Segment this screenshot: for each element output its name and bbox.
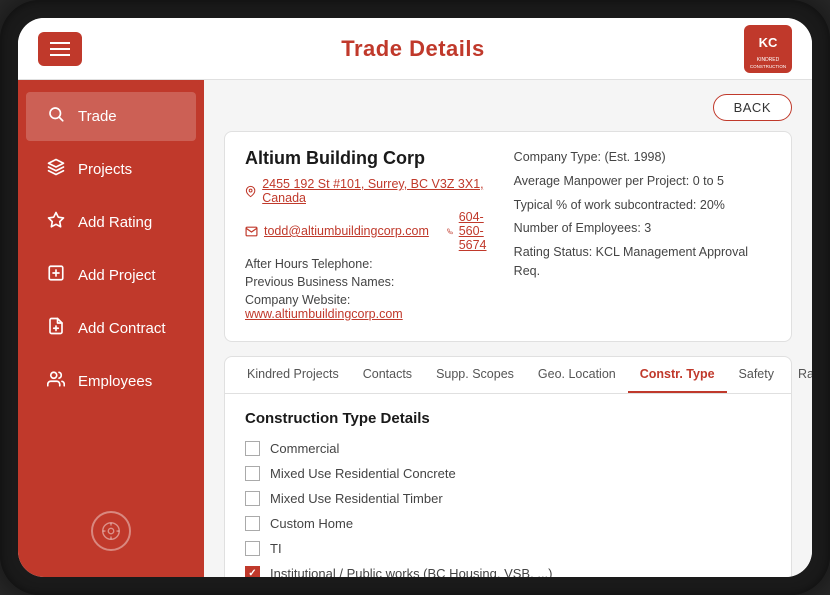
company-card: Altium Building Corp 2455 192 St #101, S… xyxy=(224,131,792,342)
page-title: Trade Details xyxy=(341,36,484,62)
plus-square-icon xyxy=(46,264,66,287)
app-header: Trade Details KC KINDRED CONSTRUCTION xyxy=(18,18,812,80)
previous-business-label: Previous Business Names: xyxy=(245,275,394,289)
svg-text:KC: KC xyxy=(759,35,778,50)
back-row: BACK xyxy=(224,94,792,121)
hamburger-menu-button[interactable] xyxy=(38,32,82,66)
website-link[interactable]: www.altiumbuildingcorp.com xyxy=(245,307,403,321)
search-icon xyxy=(46,105,66,128)
sidebar-footer xyxy=(18,495,204,567)
back-button[interactable]: BACK xyxy=(713,94,792,121)
checkbox-row-ti: TI xyxy=(245,541,771,556)
tab-constr-type[interactable]: Constr. Type xyxy=(628,357,727,393)
tab-kindred-projects[interactable]: Kindred Projects xyxy=(235,357,351,393)
checkbox-mixed-concrete[interactable] xyxy=(245,466,260,481)
star-icon xyxy=(46,211,66,234)
sidebar-item-add-rating[interactable]: Add Rating xyxy=(26,198,196,247)
sidebar-label-add-project: Add Project xyxy=(78,267,156,284)
company-name: Altium Building Corp xyxy=(245,148,494,169)
website-row: Company Website: www.altiumbuildingcorp.… xyxy=(245,293,494,321)
tab-ratings[interactable]: Ratings xyxy=(786,357,812,393)
sidebar-label-projects: Projects xyxy=(78,161,132,178)
sidebar-item-add-project[interactable]: Add Project xyxy=(26,251,196,300)
tab-contacts[interactable]: Contacts xyxy=(351,357,424,393)
checkbox-commercial[interactable] xyxy=(245,441,260,456)
address-row: 2455 192 St #101, Surrey, BC V3Z 3X1, Ca… xyxy=(245,177,494,205)
tablet-screen: Trade Details KC KINDRED CONSTRUCTION Tr xyxy=(18,18,812,577)
section-title: Construction Type Details xyxy=(245,410,771,427)
checkbox-ti[interactable] xyxy=(245,541,260,556)
sidebar-label-add-contract: Add Contract xyxy=(78,320,166,337)
company-type: Company Type: (Est. 1998) xyxy=(514,148,771,167)
users-icon xyxy=(46,370,66,393)
sidebar-item-employees[interactable]: Employees xyxy=(26,357,196,406)
label-institutional: Institutional / Public works (BC Housing… xyxy=(270,566,553,577)
checkbox-row-institutional: Institutional / Public works (BC Housing… xyxy=(245,566,771,577)
phone-icon xyxy=(447,225,453,238)
main-layout: Trade Projects xyxy=(18,80,812,577)
phone-link[interactable]: 604-560-5674 xyxy=(459,210,494,252)
checkbox-institutional[interactable] xyxy=(245,566,260,577)
label-custom-home: Custom Home xyxy=(270,516,353,531)
checkbox-mixed-timber[interactable] xyxy=(245,491,260,506)
checkbox-row-custom-home: Custom Home xyxy=(245,516,771,531)
email-icon xyxy=(245,225,258,238)
sidebar-item-projects[interactable]: Projects xyxy=(26,145,196,194)
label-commercial: Commercial xyxy=(270,441,339,456)
sidebar-label-add-rating: Add Rating xyxy=(78,214,152,231)
sidebar-label-trade: Trade xyxy=(78,108,117,125)
previous-business-row: Previous Business Names: xyxy=(245,275,494,289)
tab-safety[interactable]: Safety xyxy=(727,357,786,393)
tab-geo-location[interactable]: Geo. Location xyxy=(526,357,628,393)
checkbox-row-mixed-timber: Mixed Use Residential Timber xyxy=(245,491,771,506)
svg-text:KINDRED: KINDRED xyxy=(757,57,780,63)
checkbox-row-mixed-concrete: Mixed Use Residential Concrete xyxy=(245,466,771,481)
address-link[interactable]: 2455 192 St #101, Surrey, BC V3Z 3X1, Ca… xyxy=(262,177,493,205)
email-row: todd@altiumbuildingcorp.com xyxy=(245,224,429,238)
layers-icon xyxy=(46,158,66,181)
company-info-right: Company Type: (Est. 1998) Average Manpow… xyxy=(514,148,771,325)
sidebar-item-add-contract[interactable]: Add Contract xyxy=(26,304,196,353)
company-info-left: Altium Building Corp 2455 192 St #101, S… xyxy=(245,148,494,325)
main-content: BACK Altium Building Corp 2455 192 St #1… xyxy=(204,80,812,577)
pct-subcontracted: Typical % of work subcontracted: 20% xyxy=(514,196,771,215)
tabs-bar: Kindred Projects Contacts Supp. Scopes G… xyxy=(224,356,792,393)
label-ti: TI xyxy=(270,541,282,556)
num-employees: Number of Employees: 3 xyxy=(514,219,771,238)
after-hours-row: After Hours Telephone: xyxy=(245,257,494,271)
phone-row: 604-560-5674 xyxy=(447,210,494,252)
sidebar-label-employees: Employees xyxy=(78,373,152,390)
location-icon xyxy=(245,185,256,198)
tab-content-constr-type: Construction Type Details Commercial Mix… xyxy=(224,393,792,577)
label-mixed-timber: Mixed Use Residential Timber xyxy=(270,491,443,506)
tab-supp-scopes[interactable]: Supp. Scopes xyxy=(424,357,526,393)
website-label: Company Website: xyxy=(245,293,350,307)
sidebar-item-trade[interactable]: Trade xyxy=(26,92,196,141)
email-link[interactable]: todd@altiumbuildingcorp.com xyxy=(264,224,429,238)
checkbox-custom-home[interactable] xyxy=(245,516,260,531)
rating-status: Rating Status: KCL Management Approval R… xyxy=(514,243,771,281)
sidebar-footer-icon xyxy=(91,511,131,551)
label-mixed-concrete: Mixed Use Residential Concrete xyxy=(270,466,456,481)
file-plus-icon xyxy=(46,317,66,340)
after-hours-label: After Hours Telephone: xyxy=(245,257,373,271)
avg-manpower: Average Manpower per Project: 0 to 5 xyxy=(514,172,771,191)
brand-logo: KC KINDRED CONSTRUCTION xyxy=(744,25,792,73)
tablet-frame: Trade Details KC KINDRED CONSTRUCTION Tr xyxy=(0,0,830,595)
checkbox-row-commercial: Commercial xyxy=(245,441,771,456)
header-left xyxy=(38,32,82,66)
contact-row: todd@altiumbuildingcorp.com 604-560-5674 xyxy=(245,210,494,252)
sidebar: Trade Projects xyxy=(18,80,204,577)
svg-text:CONSTRUCTION: CONSTRUCTION xyxy=(750,64,786,69)
